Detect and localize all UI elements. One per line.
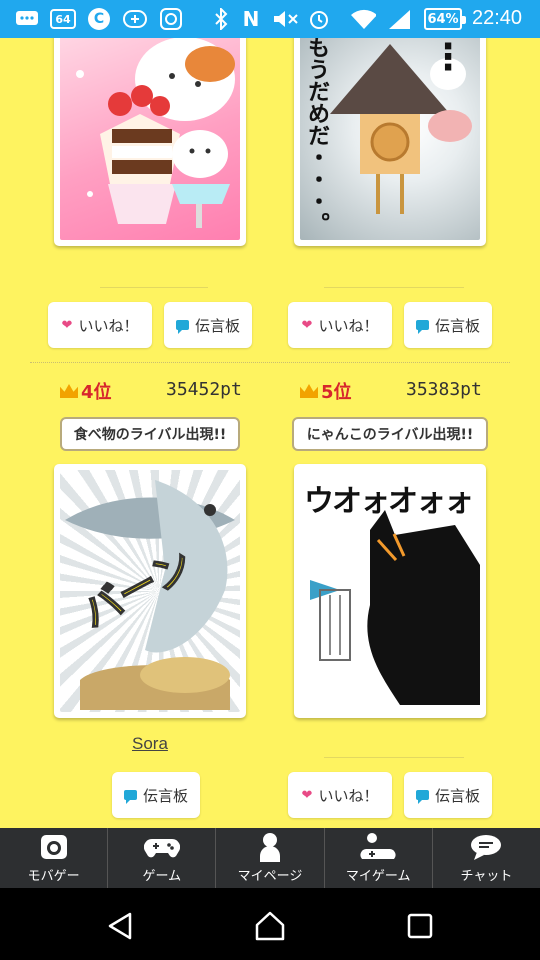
tab-mygame[interactable]: マイゲーム [325,828,433,888]
c-app-icon: C [88,8,110,30]
heart-icon: ❤ [61,317,73,333]
entry-image-black-cat[interactable]: ウオォオォォ [294,464,486,718]
tab-label: ゲーム [142,869,182,884]
crown-icon [300,384,318,398]
my-game-icon [360,832,396,862]
message-board-icon [415,790,429,804]
alarm-icon [306,7,332,31]
like-button[interactable]: ❤ いいね！ [288,772,392,818]
message-board-label: 伝言板 [434,786,480,805]
rank-label-5: 5位 [300,378,352,404]
person-icon [258,832,282,862]
points-value-4: 35452pt [166,379,242,400]
system-navigation-bar [0,888,540,960]
bottom-tab-bar: モバゲー ゲーム マイページ マイゲーム チャット [0,828,540,888]
tab-mobage[interactable]: モバゲー [0,828,109,888]
mute-icon [272,7,298,31]
clock: 22:40 [472,7,523,29]
rival-badge-4: 食べ物のライバル出現!! [60,417,240,451]
cookie-art-dots: ⋮ [430,38,466,78]
bluetooth-icon [208,7,234,31]
cookie-art-text: もうだめだ・・・。 [304,38,329,234]
message-board-label: 伝言板 [142,786,188,805]
tab-chat[interactable]: チャット [433,828,540,888]
back-icon[interactable] [100,908,140,944]
tab-label: マイページ [237,869,303,884]
message-board-icon [415,320,429,334]
tab-label: チャット [460,869,513,884]
home-icon[interactable] [250,908,290,944]
message-board-button[interactable]: 伝言板 [404,772,492,818]
chat-icon [469,832,503,862]
black-cat-art-text: ウオォオォォ [304,484,474,519]
message-board-button[interactable]: 伝言板 [404,302,492,348]
like-button[interactable]: ❤ いいね！ [288,302,392,348]
entry-name-placeholder [100,264,208,288]
browser-icon [158,7,184,31]
rank-text: 5位 [321,382,352,403]
entry-image-fish[interactable]: バーン [54,464,246,718]
heart-icon: ❤ [301,317,313,333]
like-label: いいね！ [78,316,139,335]
tab-label: モバゲー [27,869,80,884]
recents-icon[interactable] [400,908,440,944]
gamepad-icon [143,832,180,862]
message-board-label: 伝言板 [434,316,480,335]
like-button[interactable]: ❤ いいね！ [48,302,152,348]
tab-game[interactable]: ゲーム [108,828,217,888]
wifi-icon [350,7,376,31]
message-board-icon [123,790,137,804]
like-label: いいね！ [318,316,379,335]
message-board-button[interactable]: 伝言板 [112,772,200,818]
entry-image-dessert[interactable] [54,38,246,246]
entry-image-cookie[interactable]: もうだめだ・・・。 ⋮ [294,38,486,246]
heart-icon: ❤ [301,787,313,803]
status-bar: 64 C N 64% 22:40 [0,0,540,38]
signal-icon [386,7,412,31]
message-icon [14,7,40,31]
points-value-5: 35383pt [406,379,482,400]
tab-label: マイゲーム [345,869,411,884]
battery-indicator: 64% [424,8,466,30]
sixty-four-icon: 64 [50,9,76,29]
crown-icon [60,384,78,398]
plus-app-icon [122,7,148,31]
entry-name-placeholder [324,734,464,758]
rank-text: 4位 [81,382,112,403]
entry-name-placeholder [324,264,464,288]
message-board-label: 伝言板 [194,316,240,335]
message-board-button[interactable]: 伝言板 [164,302,252,348]
like-label: いいね！ [318,786,379,805]
rank-label-4: 4位 [60,378,112,404]
nfc-icon: N [242,7,260,31]
tab-mypage[interactable]: マイページ [216,828,325,888]
dessert-cat-illustration [76,38,235,228]
rival-badge-5: にゃんこのライバル出現!! [292,417,488,451]
message-board-icon [175,320,189,334]
row-divider [30,362,510,363]
ranking-list[interactable]: もうだめだ・・・。 ⋮ ❤ いいね！ 伝言板 ❤ いいね！ 伝言板 4位 354… [0,38,540,828]
entry-owner-name[interactable]: Sora [132,734,168,754]
mobage-icon [39,832,69,862]
